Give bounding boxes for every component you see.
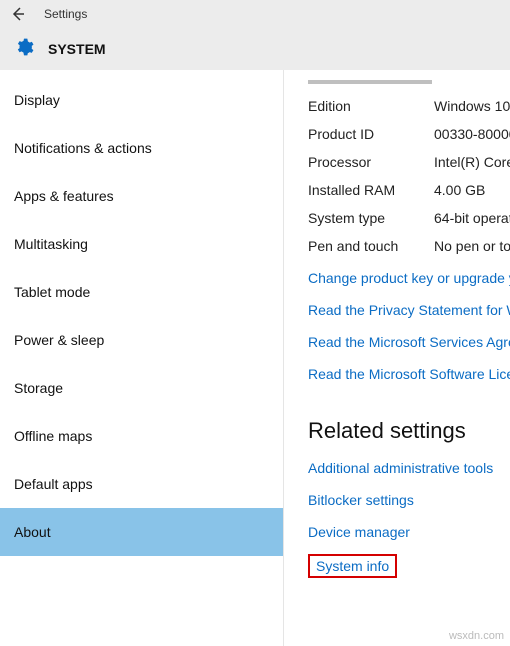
related-link[interactable]: Additional administrative tools: [308, 460, 510, 476]
sidebar-item-display[interactable]: Display: [0, 76, 283, 124]
related-title: Related settings: [308, 418, 510, 444]
about-label: Product ID: [308, 126, 434, 142]
about-label: Processor: [308, 154, 434, 170]
highlight-box: System info: [308, 554, 397, 578]
about-link[interactable]: Read the Microsoft Services Agree: [308, 334, 510, 350]
back-icon[interactable]: [10, 6, 26, 22]
about-value: Intel(R) Core(TM: [434, 154, 510, 170]
sidebar: DisplayNotifications & actionsApps & fea…: [0, 70, 284, 646]
header-label: SYSTEM: [48, 41, 106, 57]
about-value: Windows 10 Pro: [434, 98, 510, 114]
about-value: No pen or touc: [434, 238, 510, 254]
about-link[interactable]: Change product key or upgrade y: [308, 270, 510, 286]
main-pane: EditionWindows 10 ProProduct ID00330-800…: [284, 70, 510, 646]
sidebar-item-power-sleep[interactable]: Power & sleep: [0, 316, 283, 364]
content: DisplayNotifications & actionsApps & fea…: [0, 70, 510, 646]
sidebar-item-about[interactable]: About: [0, 508, 283, 556]
about-link[interactable]: Read the Microsoft Software Licer: [308, 366, 510, 382]
about-label: System type: [308, 210, 434, 226]
sidebar-item-apps-features[interactable]: Apps & features: [0, 172, 283, 220]
related-links: Additional administrative tools Bitlocker…: [308, 460, 510, 540]
titlebar: Settings: [0, 0, 510, 28]
about-label: Installed RAM: [308, 182, 434, 198]
about-value: 4.00 GB: [434, 182, 510, 198]
about-label: Edition: [308, 98, 434, 114]
about-link[interactable]: Read the Privacy Statement for W: [308, 302, 510, 318]
scrollbar-track: [308, 80, 432, 84]
sidebar-item-default-apps[interactable]: Default apps: [0, 460, 283, 508]
related-link[interactable]: Device manager: [308, 524, 510, 540]
gear-icon: [14, 37, 34, 62]
sidebar-item-multitasking[interactable]: Multitasking: [0, 220, 283, 268]
about-value: 64-bit operatin: [434, 210, 510, 226]
system-info-link[interactable]: System info: [316, 558, 389, 574]
sidebar-item-tablet-mode[interactable]: Tablet mode: [0, 268, 283, 316]
sidebar-item-notifications[interactable]: Notifications & actions: [0, 124, 283, 172]
about-grid: EditionWindows 10 ProProduct ID00330-800…: [308, 98, 510, 254]
about-links: Change product key or upgrade y Read the …: [308, 270, 510, 382]
about-value: 00330-80000-0: [434, 126, 510, 142]
related-link[interactable]: Bitlocker settings: [308, 492, 510, 508]
header: SYSTEM: [0, 28, 510, 70]
sidebar-item-offline-maps[interactable]: Offline maps: [0, 412, 283, 460]
about-label: Pen and touch: [308, 238, 434, 254]
watermark: wsxdn.com: [449, 630, 504, 642]
sidebar-item-storage[interactable]: Storage: [0, 364, 283, 412]
window-title: Settings: [44, 7, 87, 21]
